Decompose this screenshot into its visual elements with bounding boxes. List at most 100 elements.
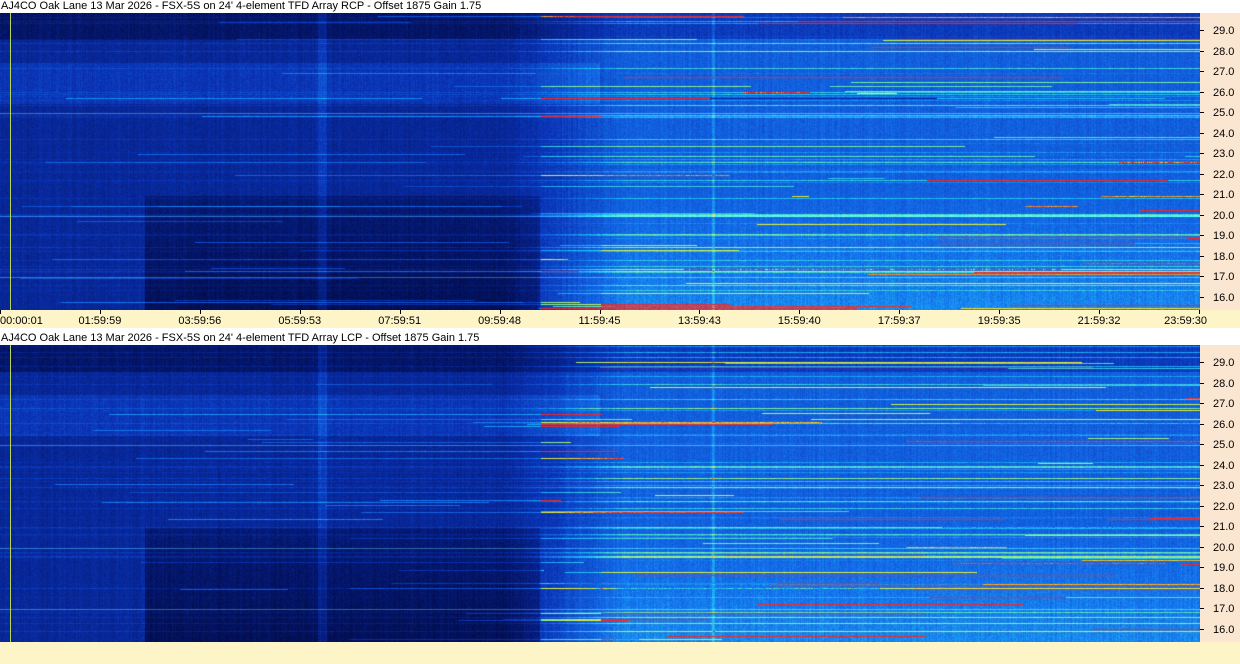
freq-tick-label: 18.0 <box>1213 582 1235 595</box>
time-tick-label: 17:59:37 <box>877 315 921 327</box>
freq-tick-label: 19.0 <box>1213 562 1235 575</box>
time-cursor-rcp[interactable] <box>10 13 11 310</box>
panel-title-lcp: AJ4CO Oak Lane 13 Mar 2026 - FSX-5S on 2… <box>0 332 1240 345</box>
time-tick-label: 03:59:56 <box>178 315 222 327</box>
freq-tick-mark <box>1200 526 1204 528</box>
freq-tick-mark <box>1200 403 1204 405</box>
freq-tick-mark <box>1200 30 1204 32</box>
spectrogram-panel-lcp: AJ4CO Oak Lane 13 Mar 2026 - FSX-5S on 2… <box>0 332 1240 642</box>
freq-tick-label: 28.0 <box>1213 45 1235 58</box>
freq-tick-mark <box>1200 464 1204 466</box>
time-tick-mark <box>99 310 101 314</box>
frequency-axis-lcp: 29.0 28.0 27.0 26.0 25.0 24.0 23.0 22.0 21.0 20.0… <box>1200 345 1240 642</box>
frequency-axis-rcp: 29.0 28.0 27.0 26.0 25.0 24.0 23.0 22.0 21.0 20.0… <box>1200 13 1240 310</box>
freq-tick-label: 26.0 <box>1213 86 1235 99</box>
freq-tick-label: 19.0 <box>1213 230 1235 243</box>
freq-tick-mark <box>1200 587 1204 589</box>
freq-tick-mark <box>1200 362 1204 364</box>
freq-tick: 18.0 <box>1200 251 1240 263</box>
freq-tick-label: 21.0 <box>1213 521 1235 534</box>
freq-tick-label: 29.0 <box>1213 25 1235 38</box>
freq-tick: 16.0 <box>1200 292 1240 304</box>
time-tick-mark <box>499 310 501 314</box>
spectrogram-lcp[interactable] <box>0 345 1200 642</box>
freq-tick-label: 20.0 <box>1213 209 1235 222</box>
freq-tick-label: 23.0 <box>1213 480 1235 493</box>
freq-tick: 18.0 <box>1200 583 1240 595</box>
freq-tick-mark <box>1200 112 1204 114</box>
freq-tick: 28.0 <box>1200 378 1240 390</box>
freq-tick-mark <box>1200 608 1204 610</box>
freq-tick-label: 17.0 <box>1213 271 1235 284</box>
freq-tick: 19.0 <box>1200 562 1240 574</box>
freq-tick-mark <box>1200 71 1204 73</box>
time-tick-mark <box>599 310 601 314</box>
time-tick-label: 09:59:48 <box>478 315 521 327</box>
freq-tick: 24.0 <box>1200 460 1240 472</box>
spectrogram-rcp[interactable] <box>0 13 1200 310</box>
freq-tick: 27.0 <box>1200 398 1240 410</box>
freq-tick-mark <box>1200 444 1204 446</box>
time-tick-label: 11:59:45 <box>578 315 621 327</box>
time-axis: 00:00:01 01:59:59 03:59:56 05:59:53 07:59:51… <box>0 310 1240 328</box>
freq-tick-label: 22.0 <box>1213 500 1235 513</box>
freq-tick-label: 27.0 <box>1213 66 1235 79</box>
freq-tick-label: 16.0 <box>1213 623 1235 636</box>
freq-tick: 23.0 <box>1200 148 1240 160</box>
time-tick-mark <box>899 310 901 314</box>
freq-tick: 16.0 <box>1200 624 1240 636</box>
freq-tick: 27.0 <box>1200 66 1240 78</box>
freq-tick-label: 24.0 <box>1213 459 1235 472</box>
freq-tick-mark <box>1200 382 1204 384</box>
time-tick-mark <box>1099 310 1101 314</box>
freq-tick-label: 23.0 <box>1213 148 1235 161</box>
freq-tick-mark <box>1200 567 1204 569</box>
freq-tick: 28.0 <box>1200 46 1240 58</box>
freq-tick-label: 25.0 <box>1213 439 1235 452</box>
time-tick-mark <box>399 310 401 314</box>
freq-tick-label: 20.0 <box>1213 541 1235 554</box>
freq-tick-mark <box>1200 505 1204 507</box>
freq-tick: 20.0 <box>1200 210 1240 222</box>
freq-tick: 24.0 <box>1200 128 1240 140</box>
freq-tick: 20.0 <box>1200 542 1240 554</box>
freq-tick: 21.0 <box>1200 189 1240 201</box>
time-tick-mark <box>1199 310 1200 314</box>
time-tick-mark <box>799 310 801 314</box>
time-tick-label: 23:59:30 <box>1164 315 1207 327</box>
freq-tick: 26.0 <box>1200 419 1240 431</box>
freq-tick-mark <box>1200 132 1204 134</box>
time-tick-label: 15:59:40 <box>777 315 821 327</box>
freq-tick: 21.0 <box>1200 521 1240 533</box>
freq-tick-mark <box>1200 276 1204 278</box>
freq-tick: 25.0 <box>1200 107 1240 119</box>
freq-tick: 26.0 <box>1200 87 1240 99</box>
time-tick-label: 13:59:43 <box>678 315 721 327</box>
freq-tick-label: 24.0 <box>1213 127 1235 140</box>
time-tick-label: 07:59:51 <box>378 315 422 327</box>
freq-tick-label: 21.0 <box>1213 189 1235 202</box>
freq-tick: 22.0 <box>1200 169 1240 181</box>
time-tick-mark <box>699 310 701 314</box>
freq-tick-mark <box>1200 214 1204 216</box>
freq-tick-label: 22.0 <box>1213 168 1235 181</box>
time-tick-label: 21:59:32 <box>1077 315 1121 327</box>
freq-tick: 25.0 <box>1200 439 1240 451</box>
freq-tick-mark <box>1200 296 1204 298</box>
freq-tick-mark <box>1200 235 1204 237</box>
spectrogram-canvas-rcp[interactable] <box>0 13 1200 310</box>
spectrogram-canvas-lcp[interactable] <box>0 345 1200 642</box>
freq-tick: 29.0 <box>1200 25 1240 37</box>
time-tick-label: 01:59:59 <box>78 315 122 327</box>
time-cursor-lcp[interactable] <box>10 345 11 642</box>
freq-tick: 17.0 <box>1200 271 1240 283</box>
time-tick-mark <box>199 310 201 314</box>
freq-tick: 22.0 <box>1200 501 1240 513</box>
panel-title-rcp: AJ4CO Oak Lane 13 Mar 2026 - FSX-5S on 2… <box>0 0 1240 13</box>
freq-tick-label: 18.0 <box>1213 250 1235 263</box>
freq-tick-label: 29.0 <box>1213 357 1235 370</box>
freq-tick-mark <box>1200 423 1204 425</box>
freq-tick-label: 26.0 <box>1213 418 1235 431</box>
freq-tick-mark <box>1200 91 1204 93</box>
freq-tick: 29.0 <box>1200 357 1240 369</box>
